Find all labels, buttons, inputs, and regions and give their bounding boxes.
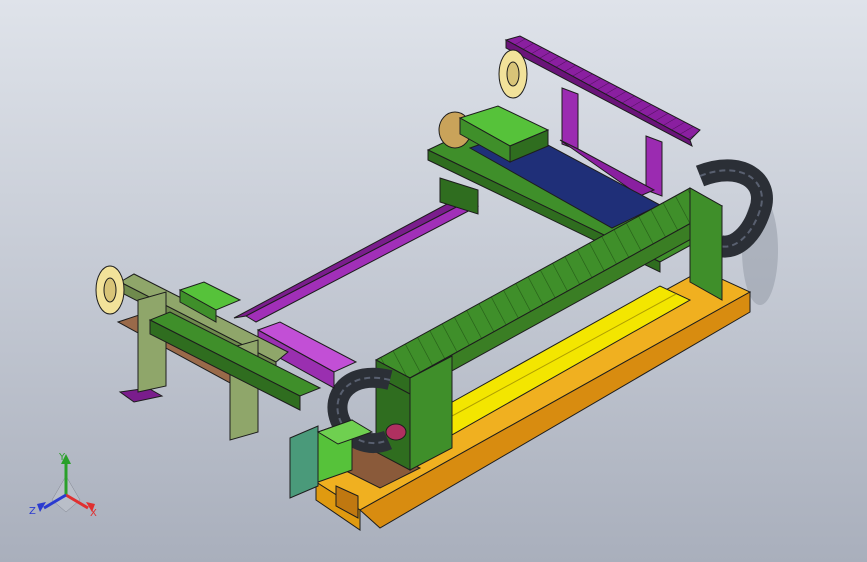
orientation-triad[interactable]: Y X Z <box>0 0 867 562</box>
x-axis-label: X <box>90 508 97 519</box>
cad-viewport[interactable]: Y X Z <box>0 0 867 562</box>
z-axis-label: Z <box>29 506 36 517</box>
y-axis-label: Y <box>58 452 66 463</box>
